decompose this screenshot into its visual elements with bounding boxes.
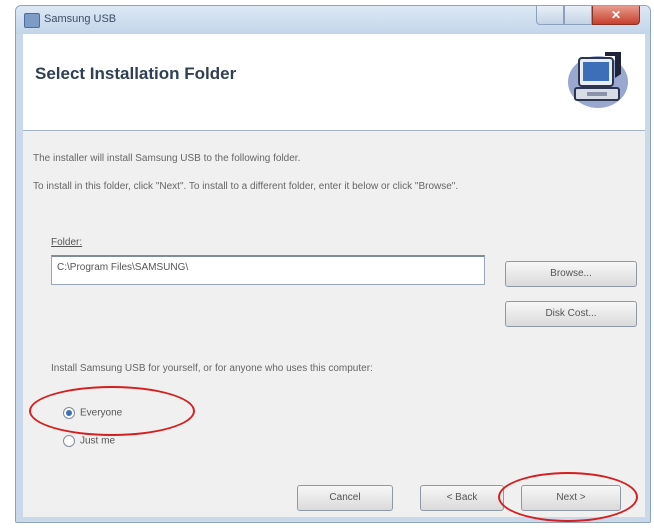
title-bar[interactable]: Samsung USB ✕ (16, 6, 650, 34)
radio-unchecked-icon[interactable] (63, 435, 75, 447)
wizard-header: Select Installation Folder (23, 34, 645, 131)
radio-everyone-label: Everyone (80, 407, 123, 419)
close-button[interactable]: ✕ (592, 6, 640, 25)
radio-everyone[interactable]: Everyone (63, 407, 122, 419)
maximize-button[interactable] (564, 6, 592, 25)
intro-text: The installer will install Samsung USB t… (33, 153, 301, 164)
cancel-button[interactable]: Cancel (297, 485, 393, 511)
window-title: Samsung USB (44, 13, 117, 25)
installer-window: Samsung USB ✕ Select Installation Folder… (15, 5, 651, 523)
computer-install-icon (568, 52, 628, 108)
back-button[interactable]: < Back (420, 485, 504, 511)
next-button[interactable]: Next > (521, 485, 621, 511)
browse-button[interactable]: Browse... (505, 261, 637, 287)
disk-cost-button[interactable]: Disk Cost... (505, 301, 637, 327)
wizard-body: The installer will install Samsung USB t… (23, 131, 645, 517)
page-title: Select Installation Folder (35, 64, 237, 83)
radio-just-me-label: Just me (80, 435, 116, 447)
folder-path-input[interactable]: C:\Program Files\SAMSUNG\ (51, 255, 485, 285)
install-scope-text: Install Samsung USB for yourself, or for… (51, 363, 373, 374)
minimize-button[interactable] (536, 6, 564, 25)
radio-just-me[interactable]: Just me (63, 435, 115, 447)
folder-label: Folder: (51, 237, 83, 248)
instruction-text: To install in this folder, click "Next".… (33, 181, 459, 192)
app-icon (24, 13, 40, 28)
close-icon: ✕ (610, 8, 622, 22)
radio-checked-icon[interactable] (63, 407, 75, 419)
